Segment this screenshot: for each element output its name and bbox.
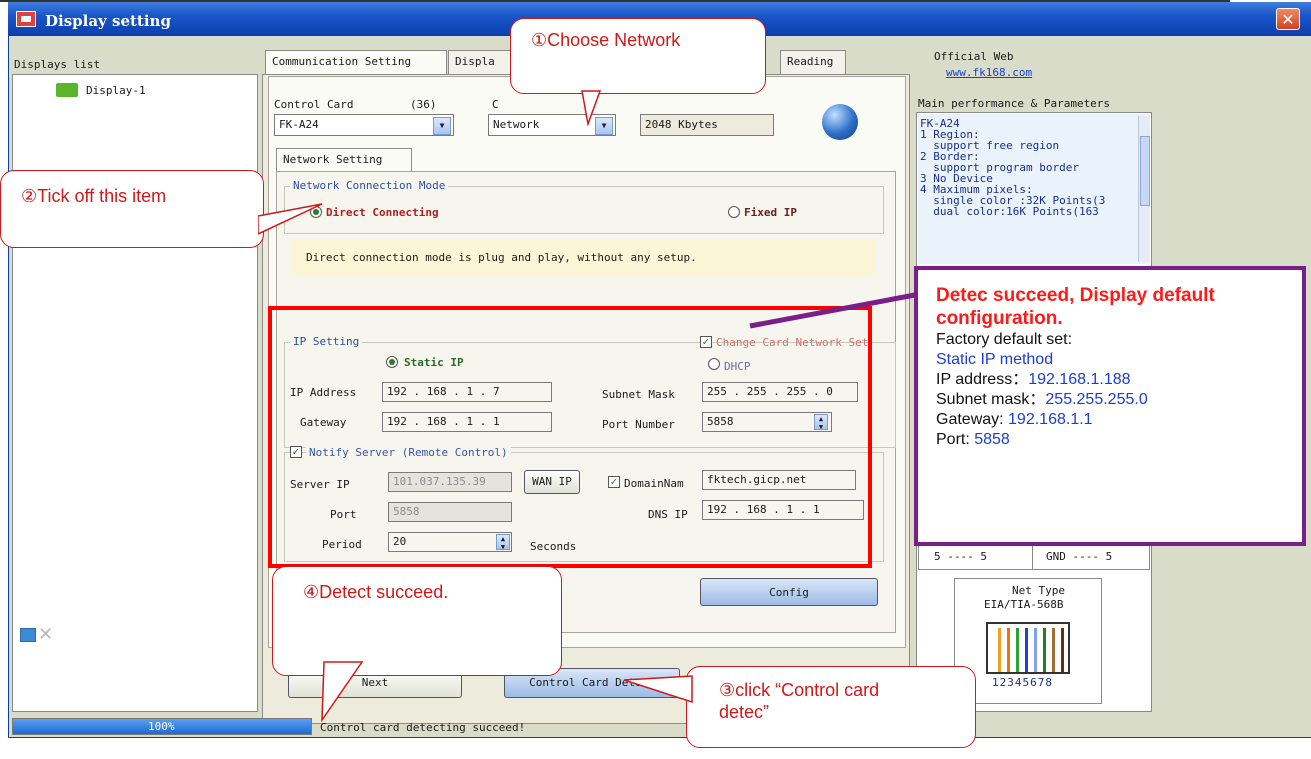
callout-pointer — [258, 203, 323, 235]
close-button[interactable]: ✕ — [1276, 8, 1300, 30]
callout-choose-network: ①Choose Network — [510, 18, 766, 94]
callout-text: ②Tick off this item — [21, 186, 167, 206]
default-config-note: Detec succeed, Display default configura… — [914, 266, 1306, 546]
fixed-ip-radio[interactable] — [728, 206, 740, 218]
wire-6 — [1043, 628, 1046, 672]
params-title: Main performance & Parameters — [918, 97, 1111, 110]
note-line: Gateway: 192.168.1.1 — [936, 410, 1302, 430]
callout-text: ①Choose Network — [531, 30, 681, 50]
add-display-icon[interactable] — [20, 628, 36, 642]
callout-pointer — [623, 675, 693, 704]
control-card-count: (36) — [410, 98, 437, 111]
note-value: 192.168.1.1 — [1008, 411, 1093, 428]
note-value: 5858 — [974, 431, 1010, 448]
note-key: Port: — [936, 431, 975, 448]
wire-3 — [1016, 628, 1019, 672]
app-icon — [16, 11, 36, 27]
direct-connecting-label[interactable]: Direct Connecting — [326, 206, 439, 219]
note-line: Subnet mask：255.255.255.0 — [936, 390, 1302, 410]
note-key: Subnet mask： — [936, 391, 1046, 408]
fixed-ip-label[interactable]: Fixed IP — [744, 206, 797, 219]
chevron-down-icon: ▼ — [433, 117, 451, 135]
tab-communication-setting[interactable]: Communication Setting — [265, 50, 447, 74]
wire-2 — [1007, 628, 1010, 672]
wire-7 — [1052, 628, 1055, 672]
official-web-link[interactable]: www.fk168.com — [946, 66, 1032, 79]
display-icon — [56, 83, 78, 97]
control-card-value: FK-A24 — [279, 118, 319, 131]
callout-detect-succeed: ④Detect succeed. — [272, 566, 562, 676]
note-key: Gateway: — [936, 411, 1009, 428]
pin-row-b: GND ---- 5 — [1046, 550, 1113, 563]
ip-setting-highlight — [268, 306, 872, 568]
note-key: IP address： — [936, 371, 1029, 388]
connection-hint: Direct connection mode is plug and play,… — [306, 251, 697, 264]
note-value: 192.168.1.188 — [1028, 371, 1131, 388]
note-line: Port: 5858 — [936, 430, 1302, 450]
communication-mode-value: Network — [493, 118, 540, 131]
pin-row-a: 5 ---- 5 — [934, 550, 987, 563]
note-line: Static IP method — [936, 351, 1054, 368]
tab-display[interactable]: Displa — [448, 50, 518, 74]
scrollbar-thumb[interactable] — [1140, 136, 1150, 206]
note-line: Factory default set: — [936, 331, 1073, 348]
config-button[interactable]: Config — [700, 578, 878, 606]
note-connector-line — [749, 291, 921, 329]
params-scrollbar[interactable] — [1138, 116, 1150, 262]
tab-network-setting[interactable]: Network Setting — [276, 148, 412, 172]
memory-size: 2048 Kbytes — [640, 114, 774, 136]
note-line: IP address：192.168.1.188 — [936, 370, 1302, 390]
displays-list-header: Displays list — [14, 58, 101, 71]
pin-numbers: 12345678 — [992, 676, 1053, 689]
params-line: dual color:16K Points(163 — [920, 205, 1099, 218]
wire-5 — [1034, 628, 1037, 672]
note-value: 255.255.255.0 — [1045, 391, 1148, 408]
net-type-label: Net Type — [1012, 584, 1065, 597]
net-type-value: EIA/TIA-568B — [984, 598, 1064, 611]
rj45-connector-icon — [986, 622, 1070, 674]
callout-tick-item: ②Tick off this item — [0, 170, 264, 248]
close-icon: ✕ — [1281, 10, 1295, 29]
callout-control-card-detect: ③click “Control card detec” — [686, 666, 976, 748]
connection-mode-title: Network Connection Mode — [290, 179, 449, 192]
wire-8 — [1061, 628, 1064, 672]
callout-pointer — [321, 661, 364, 723]
window-title: Display setting — [45, 12, 171, 30]
callout-text: ④Detect succeed. — [303, 582, 449, 602]
callout-text: ③click “Control card detec” — [719, 680, 880, 722]
tab-reading[interactable]: Reading — [780, 50, 846, 74]
list-item-display-1[interactable]: Display-1 — [86, 84, 146, 97]
wire-1 — [998, 628, 1001, 672]
official-web-label: Official Web — [934, 50, 1014, 63]
delete-display-icon[interactable]: ✕ — [38, 624, 53, 645]
wire-4 — [1025, 628, 1028, 672]
control-card-select[interactable]: FK-A24 ▼ — [274, 114, 454, 136]
communication-label: C — [492, 98, 499, 111]
note-title: Detec succeed, Display default configura… — [936, 285, 1215, 329]
globe-icon — [822, 104, 858, 140]
progress-text: 100% — [148, 720, 175, 733]
control-card-label: Control Card — [274, 98, 354, 111]
callout-pointer — [581, 90, 602, 126]
